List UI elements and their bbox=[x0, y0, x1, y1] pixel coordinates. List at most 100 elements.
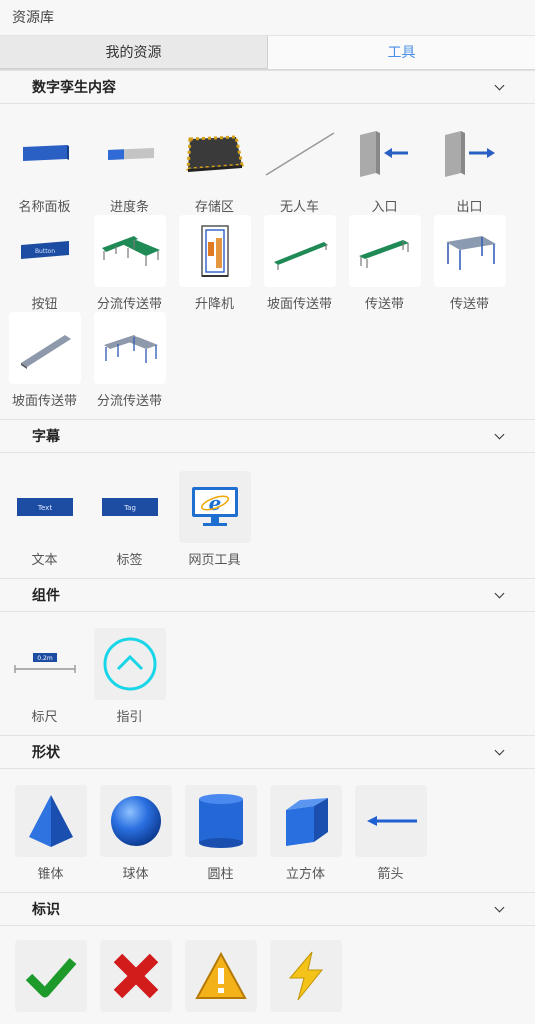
item-lightning[interactable] bbox=[263, 940, 348, 1024]
item-progress-bar[interactable]: 进度条 bbox=[87, 118, 172, 215]
item-diverter-conveyor[interactable]: 分流传送带 bbox=[87, 312, 172, 409]
cone-thumb bbox=[14, 785, 87, 857]
item-exit[interactable]: 出口 bbox=[427, 118, 512, 215]
component-grid: 0.2m 标尺 指引 bbox=[0, 612, 535, 735]
item-tag[interactable]: Tag 标签 bbox=[87, 471, 172, 568]
section-header-marker[interactable]: 标识 bbox=[0, 892, 535, 926]
tab-tools[interactable]: 工具 bbox=[268, 36, 535, 69]
cylinder-icon bbox=[198, 794, 243, 848]
item-guide[interactable]: 指引 bbox=[87, 628, 172, 725]
check-icon bbox=[14, 940, 87, 1012]
item-agv[interactable]: 无人车 bbox=[257, 118, 342, 215]
monitor-ie-icon: e bbox=[191, 487, 238, 526]
tag-thumb: Tag bbox=[94, 471, 166, 543]
section-header-shape[interactable]: 形状 bbox=[0, 735, 535, 769]
item-label: 指引 bbox=[116, 710, 143, 725]
item-check[interactable] bbox=[8, 940, 93, 1024]
entrance-thumb bbox=[349, 118, 421, 190]
tag-thumb-inner: Tag bbox=[123, 504, 136, 512]
button-thumb-text: Button bbox=[34, 248, 54, 255]
item-label: 进度条 bbox=[109, 200, 149, 215]
text-thumb: Text bbox=[9, 471, 81, 543]
tab-my-resources[interactable]: 我的资源 bbox=[0, 36, 268, 69]
digital-twin-grid: 名称面板 进度条 存储区 无人车 入口 出口 Button 按钮 分流传送带 升… bbox=[0, 104, 535, 419]
section-title: 数字孪生内容 bbox=[32, 80, 116, 96]
item-label: 名称面板 bbox=[18, 200, 71, 215]
guide-thumb bbox=[93, 628, 166, 700]
item-label: 箭头 bbox=[377, 867, 404, 882]
tab-bar: 我的资源 工具 bbox=[0, 36, 535, 70]
text-thumb-inner: Text bbox=[36, 504, 51, 512]
item-incline-conveyor[interactable]: 坡面传送带 bbox=[257, 215, 342, 312]
item-web-tool[interactable]: e 网页工具 bbox=[172, 471, 257, 568]
item-label: 传送带 bbox=[449, 297, 489, 312]
svg-text:e: e bbox=[208, 491, 221, 515]
cube-icon bbox=[285, 798, 328, 846]
elevator-thumb bbox=[178, 215, 251, 287]
warning-icon bbox=[184, 940, 257, 1012]
item-elevator[interactable]: 升降机 bbox=[172, 215, 257, 312]
web-tool-thumb: e bbox=[178, 471, 251, 543]
chevron-down-icon[interactable] bbox=[495, 431, 505, 441]
item-cylinder[interactable]: 圆柱 bbox=[178, 785, 263, 882]
subtitle-grid: Text 文本 Tag 标签 e 网页工具 bbox=[0, 453, 535, 578]
incline-conveyor-grey-thumb bbox=[8, 312, 81, 384]
item-button[interactable]: Button 按钮 bbox=[2, 215, 87, 312]
incline-conveyor-thumb bbox=[263, 215, 336, 287]
sphere-thumb bbox=[99, 785, 172, 857]
item-sphere[interactable]: 球体 bbox=[93, 785, 178, 882]
item-storage-area[interactable]: 存储区 bbox=[172, 118, 257, 215]
item-arrow[interactable]: 箭头 bbox=[348, 785, 433, 882]
lightning-icon bbox=[269, 940, 342, 1012]
item-cross[interactable] bbox=[93, 940, 178, 1024]
conveyor-thumb bbox=[348, 215, 421, 287]
item-conveyor[interactable]: 传送带 bbox=[342, 215, 427, 312]
arrow-thumb bbox=[354, 785, 427, 857]
item-cone[interactable]: 锥体 bbox=[8, 785, 93, 882]
item-label: 入口 bbox=[371, 200, 398, 215]
cylinder-thumb bbox=[184, 785, 257, 857]
section-header-component[interactable]: 组件 bbox=[0, 578, 535, 612]
item-label: 分流传送带 bbox=[96, 297, 162, 312]
arrow-left-icon bbox=[366, 816, 417, 826]
chevron-down-icon[interactable] bbox=[495, 747, 505, 757]
item-warning[interactable] bbox=[178, 940, 263, 1024]
item-label: 标签 bbox=[116, 553, 143, 568]
item-label: 按钮 bbox=[31, 297, 58, 312]
item-cube[interactable]: 立方体 bbox=[263, 785, 348, 882]
item-incline-conveyor[interactable]: 坡面传送带 bbox=[2, 312, 87, 409]
chevron-down-icon[interactable] bbox=[495, 590, 505, 600]
item-ruler[interactable]: 0.2m 标尺 bbox=[2, 628, 87, 725]
item-label: 立方体 bbox=[285, 867, 325, 882]
item-label: 文本 bbox=[31, 553, 58, 568]
item-entrance[interactable]: 入口 bbox=[342, 118, 427, 215]
chevron-down-icon[interactable] bbox=[495, 82, 505, 92]
name-panel-thumb bbox=[9, 118, 81, 190]
section-header-digital-twin[interactable]: 数字孪生内容 bbox=[0, 70, 535, 104]
marker-grid bbox=[0, 926, 535, 1024]
item-label: 网页工具 bbox=[188, 553, 241, 568]
section-title: 字幕 bbox=[32, 429, 60, 445]
exit-thumb bbox=[434, 118, 506, 190]
item-label: 球体 bbox=[122, 867, 149, 882]
ruler-thumb: 0.2m bbox=[9, 628, 81, 700]
cross-icon bbox=[99, 940, 172, 1012]
item-diverter-conveyor[interactable]: 分流传送带 bbox=[87, 215, 172, 312]
item-name-panel[interactable]: 名称面板 bbox=[2, 118, 87, 215]
item-label: 坡面传送带 bbox=[11, 394, 77, 409]
diverter-conveyor-grey-thumb bbox=[93, 312, 166, 384]
section-title: 标识 bbox=[32, 902, 60, 918]
button-thumb: Button bbox=[9, 215, 81, 287]
item-text[interactable]: Text 文本 bbox=[2, 471, 87, 568]
cube-thumb bbox=[269, 785, 342, 857]
chevron-down-icon[interactable] bbox=[495, 904, 505, 914]
item-label: 坡面传送带 bbox=[266, 297, 332, 312]
section-header-subtitle[interactable]: 字幕 bbox=[0, 419, 535, 453]
item-label: 无人车 bbox=[279, 200, 319, 215]
shape-grid: 锥体 球体 圆柱 立方体 箭头 bbox=[0, 769, 535, 892]
item-label: 存储区 bbox=[194, 200, 234, 215]
item-conveyor[interactable]: 传送带 bbox=[427, 215, 512, 312]
section-title: 形状 bbox=[32, 745, 60, 761]
ruler-thumb-inner: 0.2m bbox=[37, 655, 53, 662]
sphere-icon bbox=[110, 796, 161, 846]
